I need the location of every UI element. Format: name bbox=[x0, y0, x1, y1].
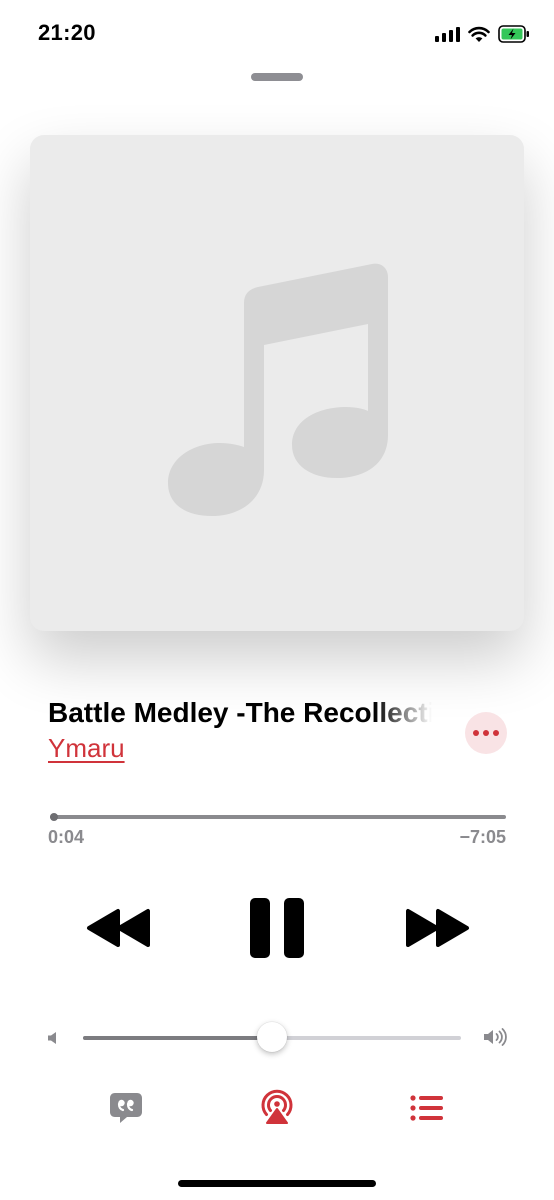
up-next-queue-button[interactable] bbox=[410, 1094, 444, 1127]
volume-slider-knob[interactable] bbox=[257, 1022, 287, 1052]
more-dot-icon bbox=[483, 730, 489, 736]
volume-low-icon bbox=[48, 1032, 56, 1044]
more-dot-icon bbox=[473, 730, 479, 736]
wifi-icon bbox=[468, 26, 490, 42]
more-dot-icon bbox=[493, 730, 499, 736]
playback-scrubber[interactable] bbox=[50, 813, 59, 821]
cellular-signal-icon bbox=[435, 26, 460, 42]
home-indicator bbox=[178, 1180, 376, 1187]
playback-progress-bar[interactable] bbox=[50, 815, 506, 819]
status-icons bbox=[435, 22, 530, 46]
more-options-button[interactable] bbox=[465, 712, 507, 754]
fast-forward-button[interactable] bbox=[404, 908, 470, 953]
airplay-button[interactable] bbox=[259, 1089, 295, 1130]
pause-bar-left bbox=[250, 898, 270, 958]
remaining-time: −7:05 bbox=[459, 827, 506, 847]
battery-charging-icon bbox=[498, 25, 529, 43]
rewind-button[interactable] bbox=[86, 908, 152, 953]
pause-bar-right bbox=[284, 898, 304, 958]
artist-link[interactable]: Ymaru bbox=[48, 733, 125, 764]
sheet-grabber-handle[interactable] bbox=[251, 73, 303, 81]
fast-forward-icon bbox=[406, 909, 469, 947]
volume-high-icon bbox=[484, 1028, 507, 1046]
airplay-icon bbox=[261, 1089, 293, 1124]
track-title[interactable]: Battle Medley -The Recollection- bbox=[48, 697, 432, 729]
queue-icon bbox=[410, 1095, 443, 1121]
lyrics-button[interactable] bbox=[108, 1091, 144, 1130]
music-note-icon bbox=[168, 263, 388, 517]
volume-slider-fill bbox=[83, 1036, 272, 1040]
elapsed-time: 0:04 bbox=[48, 827, 85, 847]
album-artwork bbox=[30, 135, 524, 631]
pause-button[interactable] bbox=[250, 898, 304, 958]
lyrics-icon bbox=[110, 1093, 142, 1123]
status-time: 21:20 bbox=[38, 20, 96, 45]
rewind-icon bbox=[87, 909, 150, 947]
